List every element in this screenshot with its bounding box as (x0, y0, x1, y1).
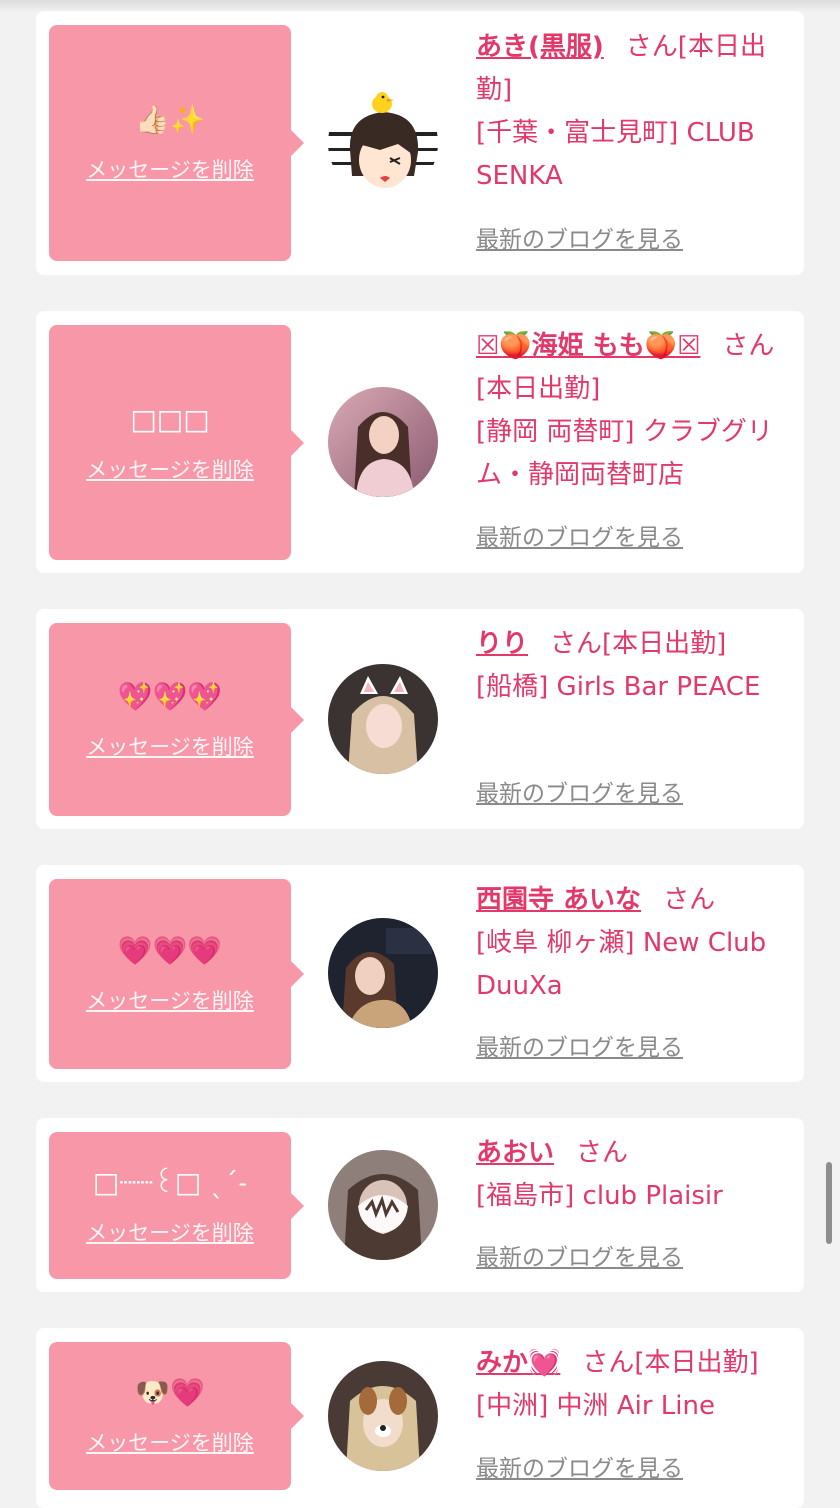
latest-blog-link[interactable]: 最新のブログを見る (476, 1454, 683, 1484)
message-bubble: □┈┈꒰□ ˎˊ˗ メッセージを削除 (49, 1132, 304, 1279)
shop-name: [福島市] club Plaisir (476, 1181, 723, 1211)
message-card: 💗💗💗 メッセージを削除 西園寺 あいな さん [岐阜 柳ヶ瀬] New Club… (36, 865, 804, 1082)
bubble-message-text: 🐶💗 (135, 1376, 205, 1409)
profile-photo-icon (328, 918, 438, 1028)
cast-name-link[interactable]: あき(黒服) (476, 32, 604, 62)
delete-message-link[interactable]: メッセージを削除 (86, 157, 254, 183)
message-bubble: □□□ メッセージを削除 (49, 325, 304, 560)
latest-blog-link[interactable]: 最新のブログを見る (476, 225, 683, 255)
latest-blog-link[interactable]: 最新のブログを見る (476, 523, 683, 553)
bubble-message-text: 💗💗💗 (117, 934, 223, 967)
delete-message-link[interactable]: メッセージを削除 (86, 988, 254, 1014)
honorific: さん (582, 1348, 635, 1378)
profile-photo-icon (328, 387, 438, 497)
item-info: みか💓 さん[本日出勤] [中洲] 中洲 Air Line (476, 1342, 792, 1428)
message-card: 👍🏻✨ メッセージを削除 あき(黒服) さん[本日出勤] [千葉・富士見町] C… (36, 11, 804, 275)
avatar[interactable] (328, 664, 438, 774)
avatar[interactable] (328, 1361, 438, 1471)
message-bubble: 💖💖💖 メッセージを削除 (49, 623, 304, 816)
cast-name-link[interactable]: ☒🍑海姫 もも🍑☒ (476, 331, 700, 361)
avatar[interactable] (328, 88, 438, 198)
item-info: あき(黒服) さん[本日出勤] [千葉・富士見町] CLUB SENKA (476, 26, 792, 198)
message-card: 🐶💗 メッセージを削除 みか💓 さん[本日出勤] [中洲] 中洲 Air Line… (36, 1328, 804, 1508)
message-bubble: 👍🏻✨ メッセージを削除 (49, 25, 304, 261)
honorific: さん (576, 1138, 629, 1168)
item-info: 西園寺 あいな さん [岐阜 柳ヶ瀬] New Club DuuXa (476, 879, 792, 1008)
shop-name: [静岡 両替町] クラブグリム・静岡両替町店 (476, 417, 773, 490)
profile-photo-icon (328, 664, 438, 774)
shop-name: [船橋] Girls Bar PEACE (476, 672, 761, 702)
message-bubble: 🐶💗 メッセージを削除 (49, 1342, 304, 1490)
shop-name: [中洲] 中洲 Air Line (476, 1391, 715, 1421)
delete-message-link[interactable]: メッセージを削除 (86, 734, 254, 760)
bubble-message-text: □┈┈꒰□ ˎˊ˗ (92, 1165, 248, 1199)
work-status: [本日出勤] (602, 629, 727, 659)
avatar[interactable] (328, 918, 438, 1028)
latest-blog-link[interactable]: 最新のブログを見る (476, 1243, 683, 1273)
honorific: さん (663, 885, 716, 915)
cast-name-link[interactable]: 西園寺 あいな (476, 885, 641, 915)
message-card: 💖💖💖 メッセージを削除 りり さん[本日出勤] [船橋] Girls Bar P… (36, 609, 804, 829)
delete-message-link[interactable]: メッセージを削除 (86, 1220, 254, 1246)
message-card: □□□ メッセージを削除 ☒🍑海姫 もも🍑☒ さん [本日出勤] [静岡 両替町] … (36, 311, 804, 573)
avatar[interactable] (328, 1150, 438, 1260)
latest-blog-link[interactable]: 最新のブログを見る (476, 779, 683, 809)
cast-name-link[interactable]: りり (476, 629, 528, 659)
delete-message-link[interactable]: メッセージを削除 (86, 457, 254, 483)
message-bubble: 💗💗💗 メッセージを削除 (49, 879, 304, 1069)
bubble-message-text: 👍🏻✨ (135, 103, 205, 136)
honorific: さん (550, 629, 603, 659)
avatar[interactable] (328, 387, 438, 497)
scrollbar[interactable] (826, 1162, 832, 1244)
shop-name: [千葉・富士見町] CLUB SENKA (476, 118, 755, 191)
honorific: さん (625, 32, 678, 62)
work-status: [本日出勤] (634, 1348, 759, 1378)
delete-message-link[interactable]: メッセージを削除 (86, 1430, 254, 1456)
item-info: あおい さん [福島市] club Plaisir (476, 1132, 792, 1218)
item-info: りり さん[本日出勤] [船橋] Girls Bar PEACE (476, 623, 792, 709)
honorific: さん (722, 331, 775, 361)
profile-photo-icon (328, 1361, 438, 1471)
item-info: ☒🍑海姫 もも🍑☒ さん [本日出勤] [静岡 両替町] クラブグリム・静岡両替町店 (476, 325, 792, 497)
bubble-message-text: 💖💖💖 (117, 679, 223, 713)
shop-name: [岐阜 柳ヶ瀬] New Club DuuXa (476, 928, 767, 1001)
latest-blog-link[interactable]: 最新のブログを見る (476, 1033, 683, 1063)
bubble-message-text: □□□ (130, 402, 210, 436)
message-list-page: 👍🏻✨ メッセージを削除 あき(黒服) さん[本日出勤] [千葉・富士見町] C… (0, 0, 840, 1508)
profile-photo-icon (328, 1150, 438, 1260)
message-card: □┈┈꒰□ ˎˊ˗ メッセージを削除 あおい さん [福島市] club Plai… (36, 1118, 804, 1292)
cartoon-avatar-icon (328, 88, 438, 198)
cast-name-link[interactable]: みか💓 (476, 1348, 560, 1378)
work-status: [本日出勤] (476, 374, 601, 404)
cast-name-link[interactable]: あおい (476, 1138, 554, 1168)
